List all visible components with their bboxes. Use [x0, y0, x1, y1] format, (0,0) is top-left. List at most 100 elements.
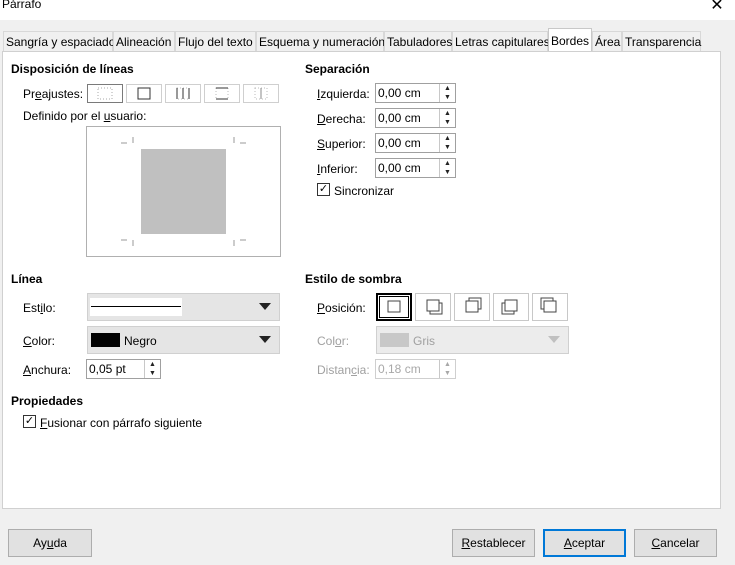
ok-button[interactable]: Aceptar — [543, 529, 626, 557]
tab-outline-numbering[interactable]: Esquema y numeración — [256, 31, 385, 52]
help-button[interactable]: Ayuda — [8, 529, 92, 557]
shadow-top-left-icon — [540, 297, 557, 313]
title-bar: Párrafo ✕ — [0, 0, 735, 20]
preset-left-icon — [254, 87, 268, 100]
arrow-down-icon[interactable]: ▼ — [440, 143, 455, 152]
synchronize-label: Sincronizar — [334, 184, 395, 198]
border-preview-graphic — [121, 137, 246, 246]
arrow-up-icon[interactable]: ▲ — [440, 84, 455, 93]
arrow-down-icon[interactable]: ▼ — [440, 369, 455, 378]
arrow-up-icon[interactable]: ▲ — [440, 134, 455, 143]
cancel-button[interactable]: Cancelar — [634, 529, 717, 557]
spacing-bottom-stepper[interactable]: ▲ ▼ — [439, 159, 455, 177]
arrow-up-icon[interactable]: ▲ — [440, 109, 455, 118]
preset-box-border[interactable] — [126, 84, 162, 103]
merge-next-paragraph-checkbox[interactable]: ✓ — [23, 415, 36, 428]
shadow-distance-stepper[interactable]: ▲ ▼ — [439, 360, 455, 378]
shadow-top-right-icon — [465, 297, 482, 313]
spacing-top-label: Superior: — [317, 137, 366, 151]
chevron-down-icon — [259, 336, 271, 343]
shadow-color-dropdown[interactable]: Gris — [376, 326, 569, 354]
shadow-bottom-left-button[interactable] — [493, 293, 529, 321]
arrow-down-icon[interactable]: ▼ — [440, 118, 455, 127]
arrow-up-icon[interactable]: ▲ — [440, 159, 455, 168]
shadow-distance-value: 0,18 cm — [378, 362, 421, 376]
shadow-position-label: Posición: — [317, 301, 366, 315]
preset-no-borders[interactable] — [87, 84, 123, 103]
tab-alignment[interactable]: Alineación — [113, 31, 175, 52]
arrow-down-icon[interactable]: ▼ — [145, 369, 160, 378]
spacing-right-value: 0,00 cm — [378, 111, 421, 125]
spacing-left-field[interactable]: 0,00 cm ▲ ▼ — [375, 83, 456, 103]
synchronize-checkbox[interactable]: ✓ — [317, 183, 330, 196]
arrow-down-icon[interactable]: ▼ — [440, 93, 455, 102]
spacing-top-stepper[interactable]: ▲ ▼ — [439, 134, 455, 152]
preset-box-icon — [137, 87, 151, 100]
presets-label: Preajustes: — [23, 87, 84, 101]
tab-drop-caps[interactable]: Letras capitulares — [452, 31, 550, 52]
solid-line-icon — [91, 306, 181, 307]
line-heading: Línea — [11, 272, 43, 286]
shadow-bottom-right-button[interactable] — [415, 293, 451, 321]
spacing-left-stepper[interactable]: ▲ ▼ — [439, 84, 455, 102]
chevron-down-icon — [259, 303, 271, 310]
line-color-label: Color: — [23, 334, 56, 348]
preset-left-border[interactable] — [243, 84, 279, 103]
shadow-top-left-button[interactable] — [532, 293, 568, 321]
spacing-right-field[interactable]: 0,00 cm ▲ ▼ — [375, 108, 456, 128]
color-swatch — [380, 333, 409, 347]
merge-next-paragraph-label: Fusionar con párrafo siguiente — [40, 416, 203, 430]
arrow-up-icon[interactable]: ▲ — [145, 360, 160, 369]
line-arrangement-heading: Disposición de líneas — [11, 62, 134, 76]
properties-heading: Propiedades — [11, 394, 84, 408]
shadow-distance-field[interactable]: 0,18 cm ▲ ▼ — [375, 359, 456, 379]
tab-borders[interactable]: Bordes — [548, 28, 592, 52]
line-style-label: Estilo: — [23, 301, 56, 315]
tab-transparency[interactable]: Transparencia — [622, 31, 701, 52]
shadow-distance-label: Distancia: — [317, 363, 370, 377]
chevron-down-icon — [548, 336, 560, 343]
tab-tabs[interactable]: Tabuladores — [384, 31, 452, 52]
line-style-dropdown[interactable] — [87, 293, 280, 321]
spacing-right-stepper[interactable]: ▲ ▼ — [439, 109, 455, 127]
shadow-bottom-right-icon — [426, 299, 443, 315]
preset-top-bottom-icon — [215, 87, 229, 100]
tab-area[interactable]: Área — [592, 31, 622, 52]
preset-left-right-icon — [176, 87, 190, 100]
arrow-up-icon[interactable]: ▲ — [440, 360, 455, 369]
shadow-color-value: Gris — [413, 334, 435, 348]
spacing-left-label: Izquierda: — [317, 87, 370, 101]
line-width-stepper[interactable]: ▲ ▼ — [144, 360, 160, 378]
spacing-top-field[interactable]: 0,00 cm ▲ ▼ — [375, 133, 456, 153]
spacing-left-value: 0,00 cm — [378, 86, 421, 100]
tab-text-flow[interactable]: Flujo del texto — [175, 31, 256, 52]
shadow-bottom-left-icon — [501, 299, 518, 315]
shadow-none-button[interactable] — [376, 293, 412, 321]
tab-indents-spacing[interactable]: Sangría y espaciado — [3, 31, 115, 52]
preset-left-right-borders[interactable] — [165, 84, 201, 103]
line-color-dropdown[interactable]: Negro — [87, 326, 280, 354]
close-icon[interactable]: ✕ — [706, 0, 728, 16]
color-swatch — [91, 333, 120, 347]
line-style-preview — [90, 298, 182, 316]
line-width-value: 0,05 pt — [89, 362, 126, 376]
spacing-top-value: 0,00 cm — [378, 136, 421, 150]
line-width-label: Anchura: — [23, 363, 72, 377]
spacing-bottom-label: Inferior: — [317, 162, 358, 176]
preset-none-icon — [97, 87, 113, 100]
user-defined-border-preview[interactable] — [86, 126, 281, 257]
spacing-right-label: Derecha: — [317, 112, 366, 126]
spacing-bottom-value: 0,00 cm — [378, 161, 421, 175]
line-width-field[interactable]: 0,05 pt ▲ ▼ — [86, 359, 161, 379]
arrow-down-icon[interactable]: ▼ — [440, 168, 455, 177]
line-color-value: Negro — [124, 334, 157, 348]
shadow-none-icon — [387, 300, 401, 313]
preset-top-bottom-borders[interactable] — [204, 84, 240, 103]
tab-bar: Sangría y espaciado Alineación Flujo del… — [3, 28, 733, 52]
shadow-style-heading: Estilo de sombra — [305, 272, 402, 286]
window-title: Párrafo — [2, 0, 42, 11]
spacing-bottom-field[interactable]: 0,00 cm ▲ ▼ — [375, 158, 456, 178]
spacing-heading: Separación — [305, 62, 370, 76]
reset-button[interactable]: Restablecer — [452, 529, 535, 557]
shadow-top-right-button[interactable] — [454, 293, 490, 321]
